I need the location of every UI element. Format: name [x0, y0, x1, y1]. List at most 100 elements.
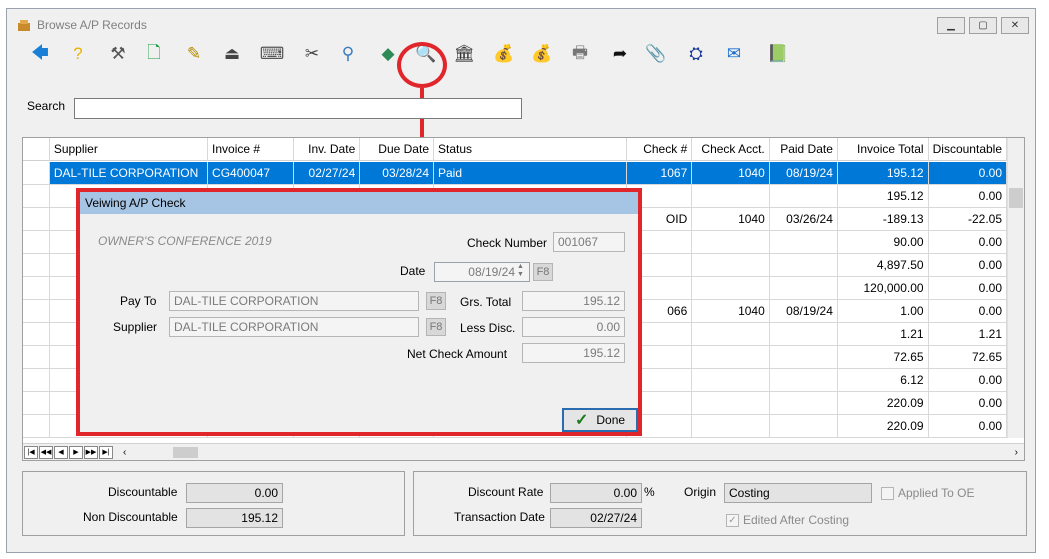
header-inv-date[interactable]: Inv. Date [294, 138, 361, 161]
header-discountable[interactable]: Discountable [929, 138, 1007, 161]
header-paid-date[interactable]: Paid Date [770, 138, 838, 161]
done-button[interactable]: ✓ Done [562, 408, 638, 432]
transaction-date-field: 02/27/24 [550, 508, 642, 528]
title-bar: Browse A/P Records ▁ ▢ ✕ [7, 9, 1035, 41]
paperclip-icon[interactable]: 📎 [642, 40, 670, 68]
prev-record-icon[interactable]: ◀ [54, 445, 68, 459]
header-check-acct[interactable]: Check Acct. [692, 138, 770, 161]
edit-icon[interactable]: ✎ [180, 40, 208, 68]
check-memo: OWNER'S CONFERENCE 2019 [98, 234, 272, 248]
supplier-f8-button[interactable]: F8 [426, 318, 446, 336]
eject-icon[interactable]: ⏏ [218, 40, 246, 68]
last-record-icon[interactable]: ▶| [99, 445, 113, 459]
table-row[interactable]: DAL-TILE CORPORATION CG400047 02/27/24 03/2… [23, 162, 1007, 185]
row-indicator[interactable] [23, 392, 50, 414]
table-cell: 220.09 [838, 392, 929, 414]
forward-arrow-icon[interactable]: ➦ [606, 40, 634, 68]
row-indicator[interactable] [23, 185, 50, 207]
money-bag-icon[interactable]: 💰 [490, 40, 518, 68]
new-record-icon[interactable]: 🗋 [140, 40, 168, 68]
check-number-field: 001067 [553, 232, 625, 252]
table-cell: -22.05 [929, 208, 1007, 230]
non-discountable-label: Non Discountable [83, 510, 178, 524]
row-indicator[interactable] [23, 300, 50, 322]
printer-icon[interactable]: 🖶 [566, 40, 594, 68]
discount-rate-field: 0.00 [550, 483, 642, 503]
ledger-book-icon[interactable]: 📗 [764, 40, 792, 68]
check-number-label: Check Number [467, 236, 548, 250]
binoculars-icon[interactable]: ⛭ [682, 40, 710, 68]
table-cell: 1.00 [838, 300, 929, 322]
search-icon[interactable]: ⚲ [334, 40, 362, 68]
bank-icon[interactable]: 🏛 [450, 40, 478, 68]
record-navigator: |◀ ◀◀ ◀ ▶ ▶▶ ▶| ‹ › [23, 443, 1024, 460]
date-f8-button[interactable]: F8 [533, 263, 553, 281]
table-cell: 6.12 [838, 369, 929, 391]
row-indicator[interactable] [23, 277, 50, 299]
grs-total-field: 195.12 [522, 291, 625, 311]
next-record-icon[interactable]: ▶ [69, 445, 83, 459]
row-indicator[interactable] [23, 231, 50, 253]
next-page-icon[interactable]: ▶▶ [84, 445, 98, 459]
scroll-right-icon[interactable]: › [1015, 447, 1018, 458]
table-cell: 90.00 [838, 231, 929, 253]
email-icon[interactable]: ✉ [720, 40, 748, 68]
row-indicator[interactable] [23, 415, 50, 437]
dialog-title: Veiwing A/P Check [80, 192, 638, 214]
date-label: Date [400, 264, 426, 278]
table-cell: CG400047 [208, 162, 294, 184]
table-cell: 195.12 [838, 185, 929, 207]
maximize-button[interactable]: ▢ [969, 17, 997, 34]
table-cell: 0.00 [929, 231, 1007, 253]
tools-icon[interactable]: ⚒ [104, 40, 132, 68]
table-cell: 08/19/24 [769, 162, 838, 184]
non-discountable-field: 195.12 [186, 508, 283, 528]
table-cell: 72.65 [838, 346, 929, 368]
minimize-button[interactable]: ▁ [937, 17, 965, 34]
net-check-field: 195.12 [522, 343, 625, 363]
scroll-left-icon[interactable]: ‹ [123, 447, 126, 458]
table-cell: 220.09 [838, 415, 929, 437]
first-record-icon[interactable]: |◀ [24, 445, 38, 459]
table-cell [770, 254, 838, 276]
applied-to-oe-checkbox[interactable] [881, 487, 894, 500]
scissors-icon[interactable]: ✂ [298, 40, 326, 68]
table-cell [692, 231, 770, 253]
row-indicator[interactable] [23, 323, 50, 345]
row-indicator[interactable] [23, 208, 50, 230]
date-field: 08/19/24 [434, 262, 530, 282]
close-button[interactable]: ✕ [1001, 17, 1029, 34]
row-indicator[interactable] [23, 254, 50, 276]
vertical-scroll-thumb[interactable] [1009, 188, 1023, 208]
table-cell: 03/28/24 [360, 162, 434, 184]
header-status[interactable]: Status [434, 138, 627, 161]
table-cell [692, 415, 770, 437]
header-check-number[interactable]: Check # [627, 138, 693, 161]
row-indicator[interactable] [23, 162, 50, 184]
header-due-date[interactable]: Due Date [360, 138, 434, 161]
table-cell: 1067 [626, 162, 693, 184]
net-check-label: Net Check Amount [407, 347, 508, 361]
table-cell [770, 415, 838, 437]
header-invoice[interactable]: Invoice # [208, 138, 294, 161]
row-indicator[interactable] [23, 369, 50, 391]
table-cell: -189.13 [838, 208, 929, 230]
back-arrow-icon[interactable]: 🡄 [26, 40, 54, 68]
horizontal-scroll-thumb[interactable] [173, 447, 198, 458]
header-supplier[interactable]: Supplier [50, 138, 209, 161]
row-indicator[interactable] [23, 346, 50, 368]
pay-to-f8-button[interactable]: F8 [426, 292, 446, 310]
prev-page-icon[interactable]: ◀◀ [39, 445, 53, 459]
keyboard-icon[interactable]: ⌨ [258, 40, 286, 68]
app-icon [18, 20, 30, 31]
vertical-scrollbar[interactable] [1007, 138, 1024, 438]
table-cell [692, 346, 770, 368]
header-invoice-total[interactable]: Invoice Total [838, 138, 929, 161]
edited-after-costing-checkbox[interactable]: ✓ [726, 514, 739, 527]
grs-total-label: Grs. Total [460, 295, 512, 309]
search-input[interactable] [74, 98, 522, 119]
table-cell: 1040 [692, 162, 770, 184]
money-bag-remove-icon[interactable]: 💰 [528, 40, 556, 68]
origin-label: Origin [684, 485, 717, 499]
help-icon[interactable]: ? [64, 40, 92, 68]
